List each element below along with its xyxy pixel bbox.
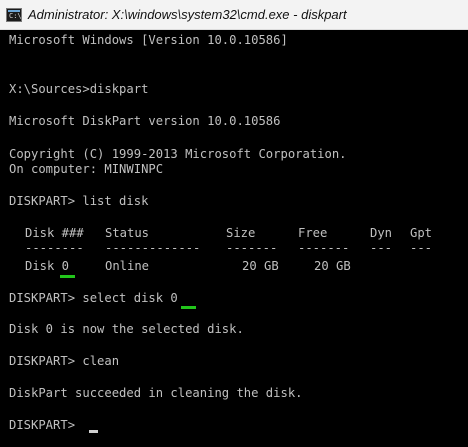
separator-gpt: ---: [410, 241, 433, 255]
list-disk-command: DISKPART> list disk: [9, 194, 149, 208]
separator-dyn: ---: [370, 241, 393, 255]
header-status: Status: [105, 226, 150, 240]
clean-result-line: DiskPart succeeded in cleaning the disk.: [9, 386, 303, 400]
row-disk: Disk 0: [25, 259, 70, 273]
copyright-line: Copyright (C) 1999-2013 Microsoft Corpor…: [9, 147, 347, 161]
console-output[interactable]: Microsoft Windows [Version 10.0.10586] X…: [0, 30, 468, 447]
header-dyn: Dyn: [370, 226, 393, 240]
row-size: 20 GB: [242, 259, 279, 273]
separator-status: -------------: [105, 241, 201, 255]
separator-free: -------: [298, 241, 350, 255]
clean-command: DISKPART> clean: [9, 354, 120, 368]
separator-size: -------: [226, 241, 278, 255]
disk-number-underline: [60, 275, 75, 278]
header-size: Size: [226, 226, 256, 240]
row-status: Online: [105, 259, 150, 273]
header-gpt: Gpt: [410, 226, 433, 240]
command-prompt-icon[interactable]: C:\: [6, 7, 22, 22]
select-result-line: Disk 0 is now the selected disk.: [9, 322, 244, 336]
header-disk: Disk ###: [25, 226, 84, 240]
version-line: Microsoft Windows [Version 10.0.10586]: [9, 33, 288, 47]
window-title: Administrator: X:\windows\system32\cmd.e…: [28, 7, 347, 22]
final-prompt[interactable]: DISKPART>: [9, 417, 82, 433]
title-bar[interactable]: C:\ Administrator: X:\windows\system32\c…: [0, 0, 468, 30]
separator-disk: --------: [25, 241, 84, 255]
header-free: Free: [298, 226, 328, 240]
select-disk-number-underline: [181, 306, 196, 309]
text-cursor: [89, 430, 98, 433]
command-prompt-icon-label: C:\: [9, 11, 22, 20]
diskpart-version-line: Microsoft DiskPart version 10.0.10586: [9, 114, 281, 128]
select-disk-command: DISKPART> select disk 0: [9, 291, 178, 305]
computer-line: On computer: MINWINPC: [9, 162, 164, 176]
cmd-window: C:\ Administrator: X:\windows\system32\c…: [0, 0, 468, 447]
command-prompt-line: X:\Sources>diskpart: [9, 82, 149, 96]
row-free: 20 GB: [314, 259, 351, 273]
